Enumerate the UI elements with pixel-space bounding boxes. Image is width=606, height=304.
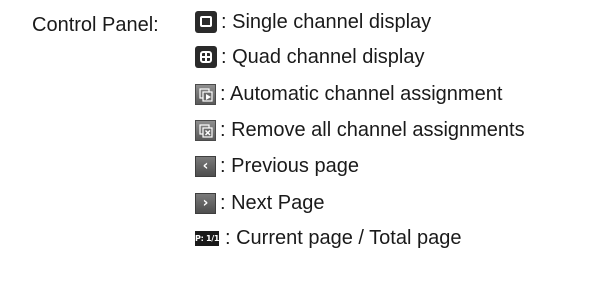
legend-text-single: : Single channel display (221, 11, 432, 33)
legend-row-auto: : Automatic channel assignment (195, 79, 502, 109)
remove-assign-icon (195, 119, 216, 141)
legend-text-page: : Current page / Total page (225, 227, 462, 249)
previous-page-icon: ‹ (195, 155, 216, 177)
legend-row-remove: : Remove all channel assignments (195, 115, 525, 145)
legend-row-quad: : Quad channel display (195, 42, 424, 72)
auto-assign-icon (195, 83, 216, 105)
legend-text-auto: : Automatic channel assignment (220, 83, 503, 105)
control-panel-label: Control Panel: (32, 14, 159, 36)
single-channel-icon (195, 11, 217, 33)
legend-row-page: P: 1/1 : Current page / Total page (195, 223, 461, 253)
legend-row-next: › : Next Page (195, 188, 325, 218)
legend-text-next: : Next Page (220, 192, 325, 214)
legend-row-previous: ‹ : Previous page (195, 151, 359, 181)
legend-text-quad: : Quad channel display (221, 46, 425, 68)
legend-text-previous: : Previous page (220, 155, 359, 177)
page-indicator-icon: P: 1/1 (195, 230, 219, 246)
legend-row-single: : Single channel display (195, 7, 431, 37)
quad-channel-icon (195, 46, 217, 68)
next-page-icon: › (195, 192, 216, 214)
legend-text-remove: : Remove all channel assignments (220, 119, 525, 141)
